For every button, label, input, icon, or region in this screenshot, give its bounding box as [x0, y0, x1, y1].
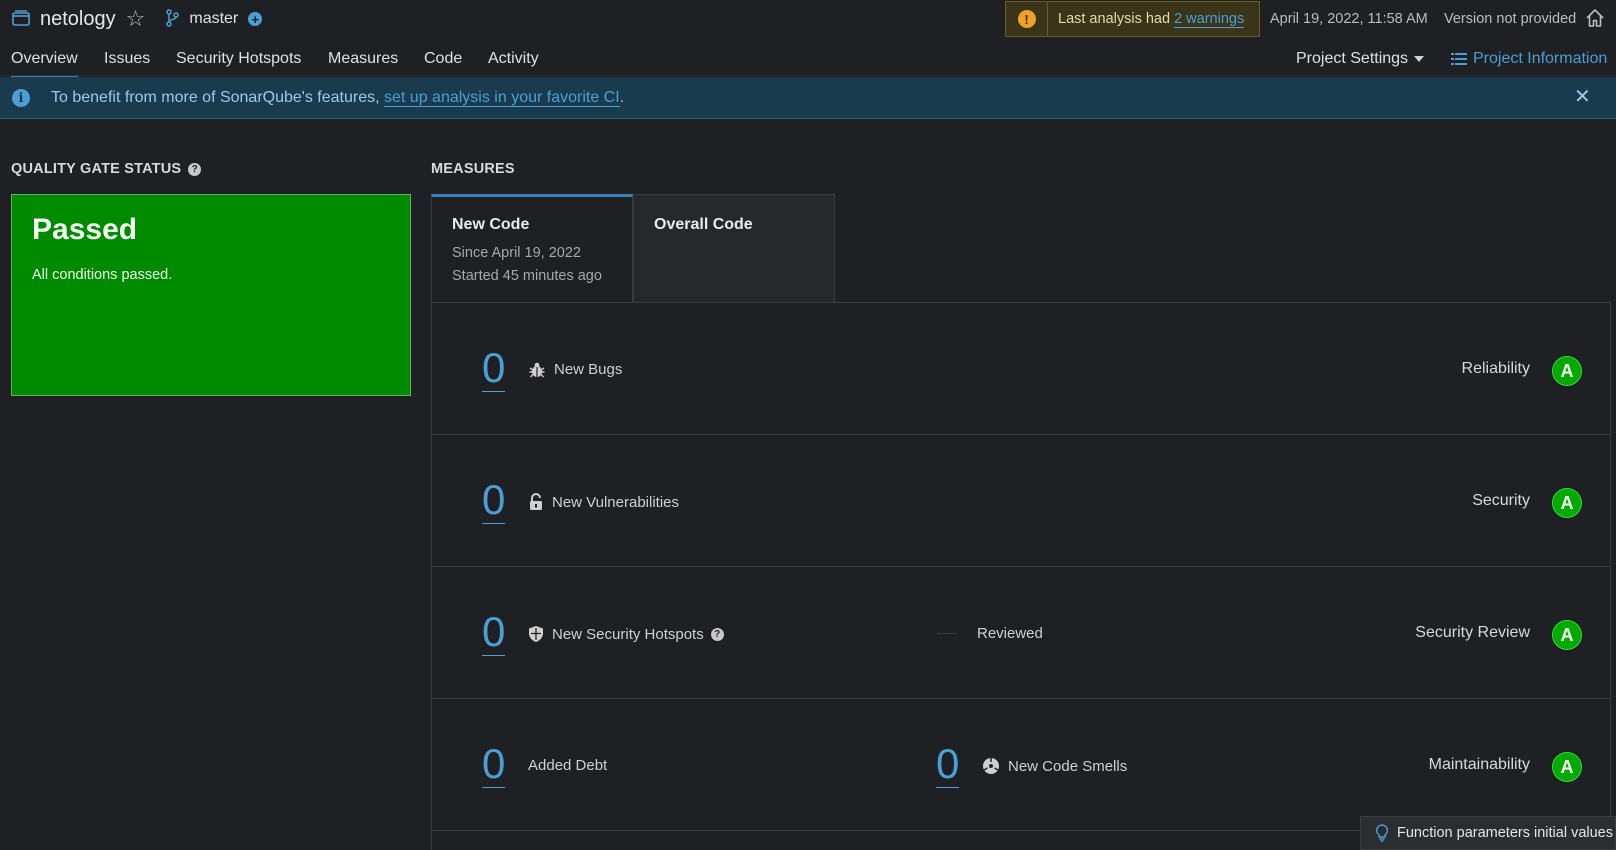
- top-bar: netology ☆ master + ! Last analysis had …: [0, 0, 1616, 38]
- analysis-warning-box: ! Last analysis had 2 warnings: [1005, 1, 1260, 37]
- tab-issues[interactable]: Issues: [104, 50, 150, 68]
- analysis-date: April 19, 2022, 11:58 AM: [1270, 11, 1428, 27]
- branch-icon: [165, 8, 180, 30]
- tab-code[interactable]: Code: [424, 50, 462, 68]
- code-smell-icon: [982, 757, 1008, 775]
- chevron-down-icon: [1414, 55, 1425, 62]
- new-code-smells-text: New Code Smells: [1008, 757, 1128, 775]
- close-icon[interactable]: ✕: [1574, 87, 1591, 107]
- tab-overall-code[interactable]: Overall Code: [633, 194, 835, 303]
- tip-toast[interactable]: Function parameters initial values: [1360, 816, 1616, 850]
- tip-text: Function parameters initial values: [1397, 825, 1613, 841]
- list-icon: [1451, 52, 1467, 66]
- new-vulnerabilities-value[interactable]: 0: [482, 479, 506, 524]
- security-review-label: Security Review: [1415, 624, 1530, 641]
- new-bugs-text: New Bugs: [554, 361, 623, 378]
- branch-name[interactable]: master: [189, 10, 238, 28]
- warning-icon-cell: !: [1006, 2, 1048, 36]
- new-code-since: Since April 19, 2022: [452, 245, 581, 261]
- setup-ci-link[interactable]: set up analysis in your favorite CI: [384, 89, 620, 107]
- new-code-title: New Code: [452, 216, 530, 233]
- warnings-link[interactable]: 2 warnings: [1174, 11, 1245, 28]
- new-code-smells-label: New Code Smells: [982, 757, 1127, 775]
- banner-suffix: .: [619, 89, 625, 106]
- security-label: Security: [1472, 492, 1530, 509]
- warning-icon: !: [1017, 10, 1036, 28]
- quality-gate-description: All conditions passed.: [32, 267, 173, 283]
- lock-icon: [528, 493, 552, 511]
- reliability-label: Reliability: [1461, 360, 1530, 377]
- banner-message: To benefit from more of SonarQube's feat…: [51, 89, 380, 106]
- new-code-smells-value[interactable]: 0: [936, 743, 960, 788]
- measures-panel: 0 New Bugs Reliability A 0 New Vulnerabi…: [431, 302, 1611, 850]
- reviewed-label: Reviewed: [977, 625, 1043, 642]
- tab-measures[interactable]: Measures: [328, 50, 398, 68]
- project-name[interactable]: netology: [40, 8, 116, 31]
- reviewed-empty-indicator: [937, 633, 957, 634]
- measure-row-maintainability: 0 Added Debt 0 New Code Smells Maintaina…: [432, 699, 1610, 831]
- favorite-star-icon[interactable]: ☆: [126, 8, 146, 30]
- project-breadcrumb: netology ☆ master +: [12, 6, 263, 32]
- project-information-label: Project Information: [1473, 50, 1608, 67]
- quality-gate-status-box: Passed All conditions passed.: [11, 194, 411, 396]
- measures-title: MEASURES: [431, 161, 515, 177]
- project-icon: [12, 9, 30, 29]
- overall-code-title: Overall Code: [654, 216, 753, 233]
- tab-new-code[interactable]: New Code Since April 19, 2022 Started 45…: [431, 194, 633, 303]
- warning-prefix: Last analysis had: [1058, 11, 1171, 27]
- tab-overview[interactable]: Overview: [11, 50, 78, 79]
- added-debt-value[interactable]: 0: [482, 743, 506, 788]
- reliability-rating[interactable]: A: [1552, 356, 1582, 386]
- new-vulnerabilities-text: New Vulnerabilities: [552, 493, 680, 511]
- shield-icon: [528, 625, 552, 643]
- new-security-hotspots-label: New Security Hotspots ?: [528, 625, 724, 643]
- project-information-link[interactable]: Project Information: [1451, 50, 1607, 68]
- project-settings-menu[interactable]: Project Settings: [1296, 50, 1425, 68]
- add-branch-icon[interactable]: +: [248, 12, 263, 26]
- measure-row-reliability: 0 New Bugs Reliability A: [432, 303, 1610, 435]
- maintainability-rating[interactable]: A: [1552, 752, 1582, 782]
- security-rating[interactable]: A: [1552, 488, 1582, 518]
- project-version: Version not provided: [1444, 11, 1577, 27]
- home-icon[interactable]: [1585, 8, 1605, 31]
- security-review-rating[interactable]: A: [1552, 620, 1582, 650]
- help-icon[interactable]: ?: [188, 162, 202, 176]
- new-security-hotspots-value[interactable]: 0: [482, 611, 506, 656]
- banner-text: To benefit from more of SonarQube's feat…: [51, 89, 624, 107]
- quality-gate-title-text: QUALITY GATE STATUS: [11, 161, 182, 177]
- quality-gate-title: QUALITY GATE STATUS ?: [11, 161, 202, 177]
- new-security-hotspots-text: New Security Hotspots: [552, 625, 704, 643]
- info-icon: i: [12, 89, 30, 107]
- measure-row-security-review: 0 New Security Hotspots ? Reviewed Secur…: [432, 567, 1610, 699]
- tab-security-hotspots[interactable]: Security Hotspots: [176, 50, 301, 68]
- maintainability-label: Maintainability: [1428, 756, 1530, 773]
- new-vulnerabilities-label: New Vulnerabilities: [528, 493, 679, 511]
- added-debt-label: Added Debt: [528, 757, 608, 774]
- project-settings-label: Project Settings: [1296, 50, 1409, 67]
- warning-text: Last analysis had 2 warnings: [1058, 11, 1245, 28]
- new-bugs-value[interactable]: 0: [482, 347, 506, 392]
- new-bugs-label: New Bugs: [528, 361, 622, 378]
- quality-gate-status: Passed: [32, 213, 138, 246]
- bug-icon: [528, 362, 554, 378]
- help-icon[interactable]: ?: [710, 627, 724, 641]
- tab-activity[interactable]: Activity: [488, 50, 539, 68]
- new-code-started: Started 45 minutes ago: [452, 268, 602, 284]
- project-navigation: Overview Issues Security Hotspots Measur…: [0, 38, 1616, 79]
- measure-row-security: 0 New Vulnerabilities Security A: [432, 435, 1610, 567]
- lightbulb-icon: [1375, 824, 1397, 842]
- ci-setup-banner: i To benefit from more of SonarQube's fe…: [0, 77, 1616, 119]
